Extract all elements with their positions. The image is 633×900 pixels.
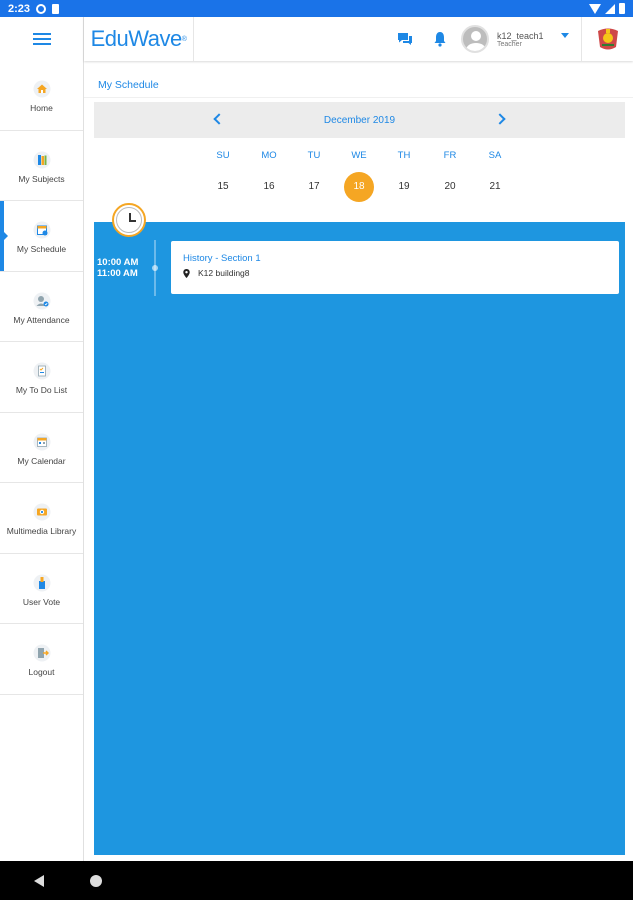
day-cell[interactable]: 20: [435, 172, 465, 202]
home-button-icon[interactable]: [90, 875, 102, 887]
day-cell[interactable]: 15: [208, 172, 238, 202]
wifi-icon: [589, 3, 601, 14]
multimedia-icon: [33, 503, 51, 521]
day-cell[interactable]: 21: [480, 172, 510, 202]
bell-icon[interactable]: [433, 31, 447, 47]
sidebar-item-label: My Attendance: [13, 314, 70, 325]
chevron-left-icon[interactable]: [213, 113, 225, 125]
page-title: My Schedule: [84, 65, 633, 98]
calendar-month: December 2019: [323, 114, 396, 126]
day-row: 15 16 17 18 19 20 21: [94, 172, 625, 202]
event-location-text: K12 building8: [198, 268, 250, 278]
sidebar-item-my-to-do-list[interactable]: My To Do List: [0, 342, 83, 413]
sidebar-item-label: My To Do List: [15, 385, 68, 396]
calendar-icon: [33, 433, 51, 451]
avatar[interactable]: [461, 25, 489, 53]
sidebar-item-label: My Schedule: [16, 244, 67, 255]
schedule-panel: [94, 222, 625, 855]
calendar-header: December 2019: [94, 102, 625, 138]
week-calendar: December 2019 SU MO TU WE TH FR SA 15 16…: [94, 102, 625, 222]
weekday-label: FR: [443, 150, 457, 161]
clock-icon: [112, 203, 146, 237]
hamburger-icon: [32, 32, 51, 45]
chevron-right-icon[interactable]: [494, 113, 506, 125]
menu-button[interactable]: [0, 17, 83, 60]
sidebar-item-label: My Calendar: [17, 455, 66, 466]
weekday-label: SA: [488, 150, 502, 161]
event-end-time: 11:00 AM: [97, 268, 138, 279]
sidebar-item-home[interactable]: Home: [0, 60, 83, 131]
settings-status-icon: [36, 3, 47, 14]
event-title: History - Section 1: [183, 253, 261, 264]
sidebar-item-label: User Vote: [22, 596, 61, 607]
battery-icon: [619, 3, 625, 14]
schedule-icon: [33, 221, 51, 239]
sidebar-item-label: My Subjects: [18, 173, 65, 184]
user-role: Teacher: [497, 40, 522, 48]
subjects-icon: [33, 151, 51, 169]
weekday-label: TH: [397, 150, 411, 161]
timeline-dot: [152, 265, 158, 271]
chat-icon[interactable]: [397, 32, 413, 46]
back-icon[interactable]: [34, 875, 44, 887]
sidebar-item-label: Multimedia Library: [6, 526, 77, 537]
attendance-icon: [33, 292, 51, 310]
user-name: k12_teach1: [497, 30, 544, 41]
event-time: 10:00 AM 11:00 AM: [97, 257, 147, 279]
sidebar-item-label: Home: [30, 103, 53, 114]
signal-icon: [605, 3, 615, 14]
todo-icon: [33, 362, 51, 380]
event-card[interactable]: History - Section 1 K12 building8: [171, 241, 619, 294]
sidebar-item-my-attendance[interactable]: My Attendance: [0, 272, 83, 342]
system-nav-bar: [0, 861, 633, 900]
day-cell-selected[interactable]: 18: [344, 172, 374, 202]
user-info[interactable]: k12_teach1 Teacher: [497, 31, 557, 48]
sdcard-status-icon: [52, 3, 60, 14]
location-pin-icon: [183, 268, 190, 278]
day-cell[interactable]: 19: [389, 172, 419, 202]
weekday-row: SU MO TU WE TH FR SA: [94, 150, 625, 164]
day-cell[interactable]: 17: [299, 172, 329, 202]
weekday-label: TU: [307, 150, 321, 161]
weekday-label: SU: [216, 150, 230, 161]
emblem-icon: [597, 28, 618, 50]
sidebar: Home My Subjects My Schedule My Attendan…: [0, 17, 84, 861]
event-start-time: 10:00 AM: [97, 257, 139, 268]
status-time: 2:23: [8, 2, 31, 15]
weekday-label: MO: [261, 150, 277, 161]
emblem-container: [581, 17, 633, 61]
sidebar-item-my-schedule[interactable]: My Schedule: [0, 201, 83, 272]
sidebar-item-my-subjects[interactable]: My Subjects: [0, 131, 83, 201]
sidebar-item-logout[interactable]: Logout: [0, 624, 83, 695]
sidebar-item-label: Logout: [28, 667, 55, 678]
logout-icon: [33, 644, 51, 662]
sidebar-item-multimedia-library[interactable]: Multimedia Library: [0, 483, 83, 554]
app-logo[interactable]: Edu Wave ®: [84, 17, 194, 61]
status-bar: 2:23: [0, 0, 633, 17]
app-header: Edu Wave ® k12_teach1 Teacher: [84, 17, 633, 61]
event-location: K12 building8: [183, 268, 607, 278]
weekday-label: WE: [351, 150, 367, 161]
vote-icon: [33, 574, 51, 592]
day-cell[interactable]: 16: [254, 172, 284, 202]
sidebar-item-user-vote[interactable]: User Vote: [0, 554, 83, 624]
sidebar-item-my-calendar[interactable]: My Calendar: [0, 413, 83, 483]
chevron-down-icon[interactable]: [561, 32, 569, 38]
home-icon: [33, 80, 51, 98]
